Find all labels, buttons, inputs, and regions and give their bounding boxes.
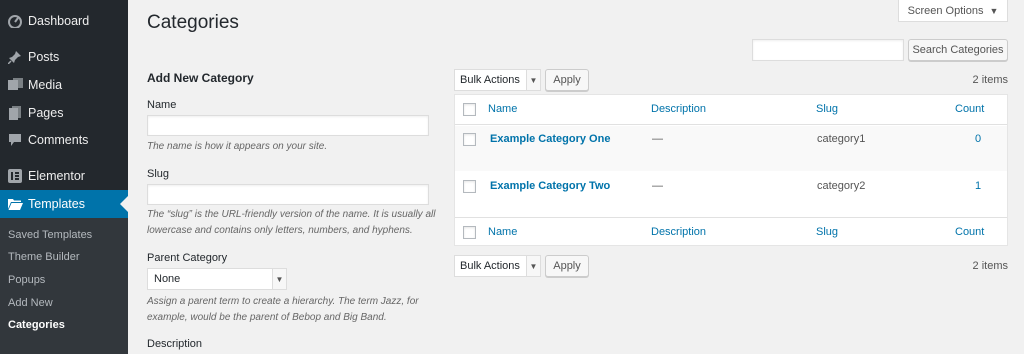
dashboard-icon (0, 14, 28, 28)
category-name-link[interactable]: Example Category One (490, 133, 610, 145)
search-categories-button[interactable]: Search Categories (908, 39, 1008, 61)
sidebar-item-pages[interactable]: Pages (0, 99, 128, 127)
column-footer-description[interactable]: Description (651, 226, 706, 238)
table-row: Example Category Two — category2 1 (455, 171, 1007, 216)
pin-icon (0, 50, 28, 64)
row-checkbox[interactable] (463, 180, 476, 193)
add-new-category-heading: Add New Category (147, 71, 254, 85)
row-checkbox[interactable] (463, 133, 476, 146)
sidebar-item-label: Templates (28, 197, 85, 211)
categories-table: Name Description Slug Count Example Cate… (454, 94, 1008, 246)
sidebar-item-label: Dashboard (28, 14, 90, 28)
name-label: Name (147, 99, 177, 111)
screen-options-label: Screen Options (907, 4, 984, 17)
parent-help-text: Assign a parent term to create a hierarc… (147, 296, 419, 323)
column-footer-count[interactable]: Count (955, 226, 984, 238)
table-header-row: Name Description Slug Count (455, 95, 1007, 125)
column-header-description[interactable]: Description (651, 103, 706, 115)
sidebar-item-templates[interactable]: Templates (0, 190, 128, 218)
media-icon (0, 78, 28, 92)
category-description: — (652, 180, 663, 192)
bulk-actions-value: Bulk Actions (460, 74, 520, 86)
category-count-link[interactable]: 1 (975, 180, 981, 192)
table-row: Example Category One — category1 0 (455, 126, 1007, 171)
parent-category-value: None (154, 273, 181, 285)
items-count-top: 2 items (972, 74, 1008, 86)
slug-field[interactable] (147, 184, 429, 205)
parent-category-label: Parent Category (147, 252, 228, 264)
sidebar-item-label: Pages (28, 106, 64, 120)
name-help-text: The name is how it appears on your site. (147, 141, 328, 152)
elementor-icon (0, 169, 28, 183)
column-header-slug[interactable]: Slug (816, 103, 838, 115)
sidebar-item-label: Comments (28, 133, 89, 147)
admin-sidebar: Dashboard Posts Media Pages Comments Ele… (0, 0, 128, 354)
templates-submenu: Saved Templates Theme Builder Popups Add… (0, 218, 128, 354)
select-all-checkbox[interactable] (463, 103, 476, 116)
apply-button-top[interactable]: Apply (545, 69, 589, 91)
folder-icon (0, 198, 28, 210)
chevron-down-icon: ▼ (526, 70, 540, 90)
bulk-actions-select-bottom[interactable]: Bulk Actions ▼ (454, 255, 541, 277)
page-icon (0, 106, 28, 120)
sidebar-item-dashboard[interactable]: Dashboard (0, 7, 128, 35)
submenu-item-add-new[interactable]: Add New (8, 297, 53, 309)
column-footer-slug[interactable]: Slug (816, 226, 838, 238)
sidebar-item-label: Media (28, 78, 63, 92)
submenu-item-saved-templates[interactable]: Saved Templates (8, 229, 92, 241)
bulk-actions-select-top[interactable]: Bulk Actions ▼ (454, 69, 541, 91)
apply-button-bottom[interactable]: Apply (545, 255, 589, 277)
submenu-item-popups[interactable]: Popups (8, 274, 45, 286)
submenu-item-categories[interactable]: Categories (8, 319, 65, 331)
sidebar-item-media[interactable]: Media (0, 71, 128, 99)
sidebar-item-posts[interactable]: Posts (0, 43, 128, 71)
column-footer-name[interactable]: Name (488, 226, 517, 238)
parent-category-select[interactable]: None ▼ (147, 268, 287, 290)
category-slug: category2 (817, 180, 866, 192)
comment-icon (0, 133, 28, 147)
sidebar-item-label: Posts (28, 50, 60, 64)
submenu-item-theme-builder[interactable]: Theme Builder (8, 251, 80, 263)
page-title: Categories (147, 12, 239, 33)
select-all-checkbox-bottom[interactable] (463, 226, 476, 239)
chevron-down-icon: ▼ (526, 256, 540, 276)
sidebar-item-comments[interactable]: Comments (0, 126, 128, 154)
table-footer-row: Name Description Slug Count (455, 217, 1007, 246)
chevron-down-icon: ▼ (272, 269, 286, 289)
sidebar-item-label: Elementor (28, 169, 85, 183)
bulk-actions-value: Bulk Actions (460, 260, 520, 272)
search-input[interactable] (752, 39, 904, 61)
category-name-link[interactable]: Example Category Two (490, 180, 610, 192)
column-header-count[interactable]: Count (955, 103, 984, 115)
sidebar-item-elementor[interactable]: Elementor (0, 162, 128, 190)
description-label: Description (147, 338, 203, 350)
category-count-link[interactable]: 0 (975, 133, 981, 145)
name-field[interactable] (147, 115, 429, 136)
category-slug: category1 (817, 133, 866, 145)
items-count-bottom: 2 items (972, 260, 1008, 272)
category-description: — (652, 133, 663, 145)
caret-down-icon: ▼ (989, 5, 999, 16)
current-menu-arrow (120, 196, 128, 212)
slug-help-text: The “slug” is the URL-friendly version o… (147, 209, 436, 236)
screen-options-button[interactable]: Screen Options ▼ (898, 0, 1008, 22)
column-header-name[interactable]: Name (488, 103, 517, 115)
slug-label: Slug (147, 168, 170, 180)
